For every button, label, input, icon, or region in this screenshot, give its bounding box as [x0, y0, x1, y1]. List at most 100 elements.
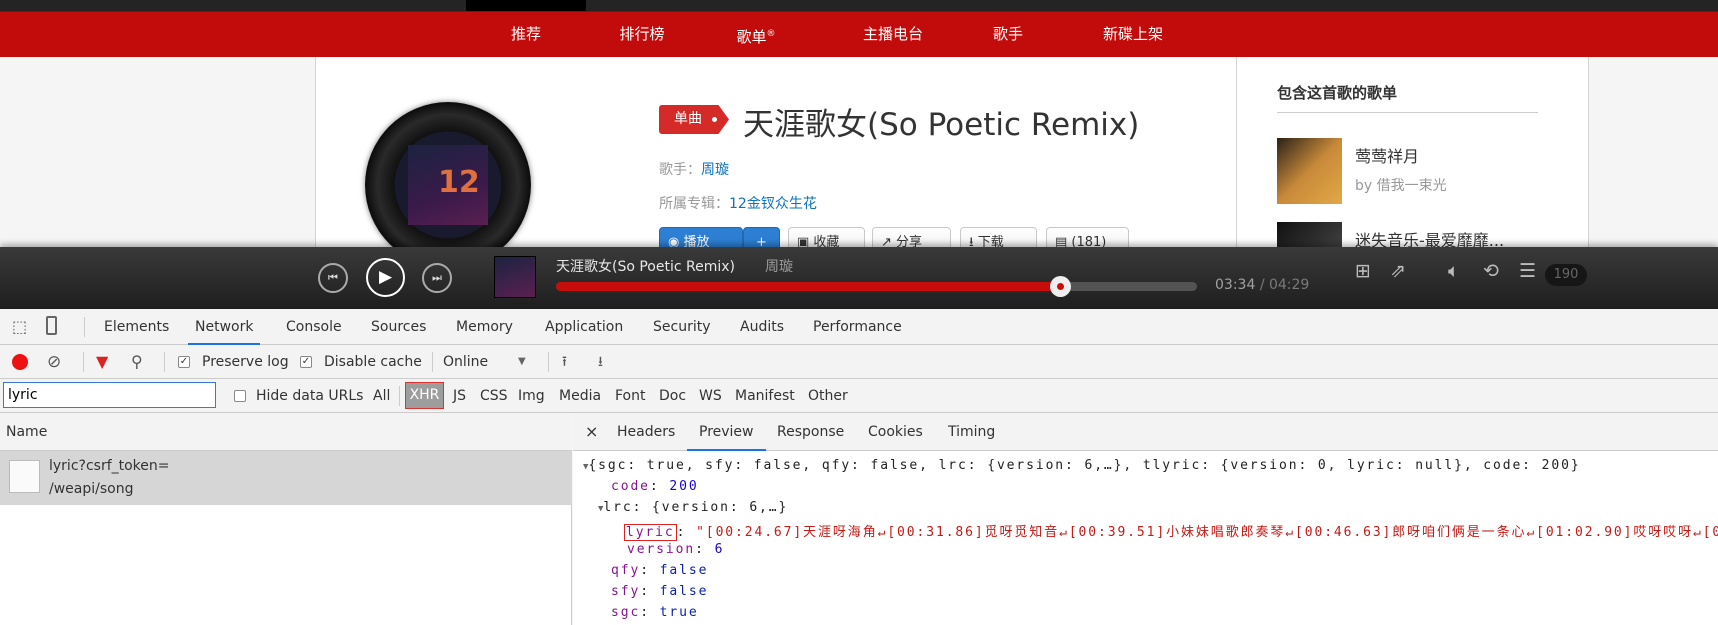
playlist-title[interactable]: 莺莺祥月	[1355, 143, 1419, 167]
playlist-cover[interactable]	[1277, 138, 1342, 204]
active-tab-indicator	[466, 0, 586, 11]
album-row: 所属专辑：12金钗众生花	[659, 193, 817, 213]
dropdown-arrow-icon: ▼	[518, 356, 526, 367]
tab-response[interactable]: Response	[777, 413, 844, 451]
device-toolbar-icon[interactable]	[46, 316, 57, 335]
tab-security[interactable]: Security	[653, 309, 711, 345]
type-doc[interactable]: Doc	[659, 379, 686, 413]
nav-new-albums[interactable]: 新碟上架	[1103, 12, 1163, 58]
detail-tabbar: × Headers Preview Response Cookies Timin…	[573, 413, 1718, 451]
divider	[399, 386, 400, 406]
value: 200	[669, 479, 699, 494]
filter-input[interactable]	[3, 382, 216, 408]
type-media[interactable]: Media	[559, 379, 601, 413]
player-artist[interactable]: 周璇	[765, 256, 793, 276]
tab-application[interactable]: Application	[545, 309, 623, 345]
tab-performance[interactable]: Performance	[813, 309, 902, 345]
playlist-count[interactable]: 190	[1545, 264, 1587, 286]
throttle-select[interactable]: Online ▼	[443, 345, 533, 379]
type-xhr[interactable]: XHR	[405, 382, 444, 409]
top-bar	[0, 0, 1718, 11]
clear-icon[interactable]: ⊘	[47, 345, 61, 379]
tab-headers[interactable]: Headers	[617, 413, 675, 451]
volume-icon[interactable]: 🔈︎	[1448, 260, 1459, 282]
next-icon[interactable]: ⏭	[422, 263, 452, 293]
singer-label: 歌手：	[659, 162, 701, 178]
key: code	[611, 479, 650, 494]
tab-console[interactable]: Console	[286, 309, 342, 345]
import-har-icon[interactable]: ⭱	[562, 345, 567, 379]
export-har-icon[interactable]: ⭳	[598, 345, 603, 379]
player-song-title[interactable]: 天涯歌女(So Poetic Remix)	[556, 256, 735, 276]
divider	[548, 352, 549, 372]
single-badge-label: 单曲	[674, 111, 702, 127]
inspect-element-icon[interactable]: ⬚	[12, 317, 27, 336]
nav-charts[interactable]: 排行榜	[619, 12, 664, 58]
singer-link[interactable]: 周璇	[701, 162, 729, 178]
tab-timing[interactable]: Timing	[948, 413, 995, 451]
disable-cache-label[interactable]: Disable cache	[324, 345, 422, 379]
player-album-thumb[interactable]	[494, 256, 536, 298]
progress-knob[interactable]	[1049, 276, 1071, 297]
sidebar-divider-line	[1277, 112, 1538, 113]
json-lrc[interactable]: ▼lrc: {version: 6,…}	[598, 500, 788, 515]
request-path: /weapi/song	[49, 481, 134, 497]
type-font[interactable]: Font	[615, 379, 645, 413]
json-sfy: sfy: false	[611, 584, 709, 599]
album-cover: 12	[408, 145, 488, 225]
close-icon[interactable]: ×	[585, 413, 598, 451]
disable-cache-checkbox[interactable]: ✓	[300, 356, 312, 368]
play-icon[interactable]: ▶	[366, 258, 405, 297]
type-all[interactable]: All	[373, 379, 390, 413]
type-js[interactable]: JS	[453, 379, 466, 413]
registered-mark: ®	[766, 29, 776, 39]
tab-audits[interactable]: Audits	[740, 309, 784, 345]
requests-pane: Name lyric?csrf_token= /weapi/song	[0, 413, 572, 625]
type-img[interactable]: Img	[518, 379, 545, 413]
time-display: 03:34 / 04:29	[1215, 277, 1309, 293]
sidebar-divider	[1236, 57, 1237, 257]
previous-icon[interactable]: ⏮	[318, 263, 348, 293]
tab-sources[interactable]: Sources	[371, 309, 426, 345]
tab-memory[interactable]: Memory	[456, 309, 513, 345]
playlist-author[interactable]: by 借我一束光	[1355, 175, 1447, 195]
record-icon[interactable]	[12, 354, 28, 370]
type-manifest[interactable]: Manifest	[735, 379, 795, 413]
filter-icon[interactable]: ▼	[96, 345, 108, 379]
value: false	[659, 563, 709, 578]
nav-radio[interactable]: 主播电台	[863, 12, 923, 58]
loop-icon[interactable]: ⟲	[1483, 260, 1499, 282]
json-root[interactable]: ▼{sgc: true, sfy: false, qfy: false, lrc…	[583, 458, 1581, 473]
type-ws[interactable]: WS	[699, 379, 722, 413]
tab-network[interactable]: Network	[188, 309, 261, 345]
nav-recommend[interactable]: 推荐	[511, 12, 541, 58]
value: 6	[714, 542, 725, 557]
nav-artists[interactable]: 歌手	[993, 12, 1023, 58]
type-other[interactable]: Other	[808, 379, 848, 413]
playlist-icon[interactable]: ☰	[1519, 260, 1536, 282]
search-icon[interactable]: ⚲	[131, 345, 143, 379]
tab-elements[interactable]: Elements	[104, 309, 169, 345]
total-time: / 04:29	[1259, 277, 1310, 293]
nav-playlists-label: 歌单	[736, 28, 767, 46]
share-icon[interactable]: ⇗	[1390, 260, 1406, 282]
tab-cookies[interactable]: Cookies	[868, 413, 923, 451]
hide-data-urls-checkbox[interactable]	[234, 390, 246, 402]
nav-playlists[interactable]: 歌单®	[736, 12, 775, 58]
name-column-header[interactable]: Name	[0, 413, 572, 451]
progress-bar[interactable]	[556, 276, 1197, 297]
json-version: version: 6	[627, 542, 725, 557]
album-link[interactable]: 12金钗众生花	[729, 196, 817, 212]
divider	[84, 317, 85, 337]
preserve-log-label[interactable]: Preserve log	[202, 345, 289, 379]
tab-preview[interactable]: Preview	[687, 413, 766, 451]
json-qfy: qfy: false	[611, 563, 709, 578]
preserve-log-checkbox[interactable]: ✓	[178, 356, 190, 368]
hide-data-urls-label[interactable]: Hide data URLs	[256, 379, 363, 413]
sidebar-title: 包含这首歌的歌单	[1277, 84, 1398, 102]
lrc-summary: lrc: {version: 6,…}	[603, 500, 789, 515]
type-css[interactable]: CSS	[480, 379, 508, 413]
request-name: lyric?csrf_token=	[49, 458, 170, 474]
request-row[interactable]: lyric?csrf_token= /weapi/song	[0, 451, 572, 505]
add-to-playlist-icon[interactable]: ⊞	[1355, 260, 1371, 282]
